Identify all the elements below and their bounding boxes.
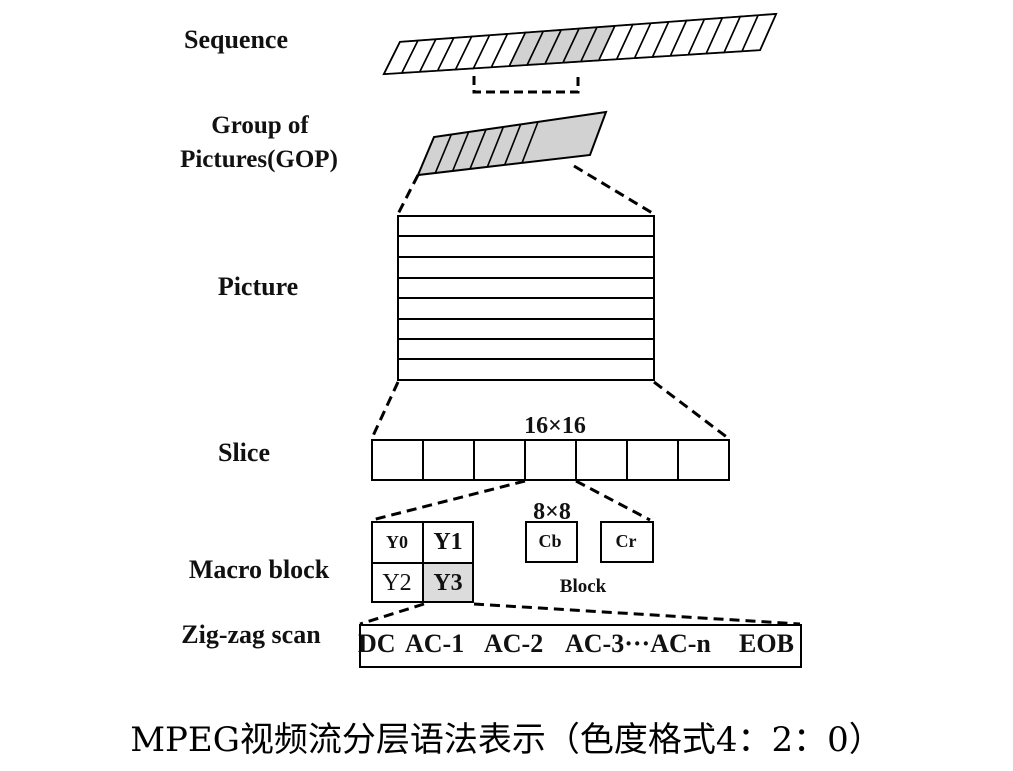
label-sequence: Sequence [184, 25, 288, 54]
slice-macroblock-cell [575, 439, 628, 481]
zigzag-item-ac3-acn: AC-3···AC-n [565, 629, 711, 658]
block-cr: Cr [616, 531, 637, 551]
block-to-zigzag-line-left [359, 602, 425, 626]
block-y2: Y2 [382, 570, 411, 596]
slice-macroblock-cell [626, 439, 679, 481]
slice-to-macroblock-line-right [575, 479, 651, 522]
slice-macroblock-cell [524, 439, 577, 481]
label-gop-line1: Group of [211, 112, 309, 139]
mpeg-hierarchy-figure: Sequence Group of Pictures(GOP) Picture … [0, 0, 1013, 771]
picture-to-slice-line-right [653, 380, 729, 440]
slice-macroblock-cell [677, 439, 730, 481]
slice-to-macroblock-line-left [371, 479, 526, 522]
block-y0: Y0 [386, 532, 408, 552]
picture-to-slice-line-left [370, 381, 400, 439]
gop-stack-outline [416, 110, 608, 177]
zigzag-item-eob: EOB [739, 629, 794, 658]
slice-macroblock-row [371, 439, 730, 481]
gop-frame-stack [416, 110, 608, 177]
label-slice: Slice [218, 438, 270, 467]
slice-macroblock-size-label: 16×16 [524, 413, 586, 439]
label-zigzag-scan: Zig-zag scan [181, 620, 321, 649]
sequence-to-gop-bracket [472, 76, 580, 94]
sequence-frame-stack [382, 12, 778, 76]
slice-macroblock-cell [473, 439, 526, 481]
label-macro-block: Macro block [189, 555, 330, 584]
block-label: Block [560, 576, 607, 597]
gop-to-picture-line-right [573, 164, 655, 216]
zigzag-item-ac2: AC-2 [484, 629, 543, 658]
zigzag-item-dc: DC [358, 629, 396, 658]
block-cb: Cb [538, 531, 561, 551]
mpeg-hierarchy-diagram: Sequence Group of Pictures(GOP) Picture … [180, 12, 802, 668]
block-y3: Y3 [433, 570, 462, 596]
block-y1: Y1 [433, 529, 462, 555]
label-picture: Picture [218, 272, 298, 301]
slice-macroblock-cell [422, 439, 475, 481]
zigzag-item-ac1: AC-1 [405, 629, 464, 658]
figure-caption: MPEG视频流分层语法表示（色度格式4：2：0） [130, 720, 883, 760]
slice-macroblock-cell [371, 439, 424, 481]
gop-to-picture-line-left [396, 174, 420, 215]
label-gop-line2: Pictures(GOP) [180, 146, 338, 173]
block-to-zigzag-line-right [473, 602, 801, 626]
